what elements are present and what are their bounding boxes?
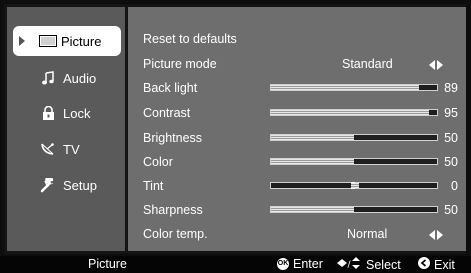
left-right-arrows-icon[interactable] xyxy=(428,229,444,240)
tv-menu-frame: Picture Audio Lock TV Setup Reset to def… xyxy=(4,4,466,254)
satellite-dish-icon xyxy=(39,141,57,157)
navigate-arrows-icon: / xyxy=(337,257,361,272)
brightness-item[interactable]: Brightness 50 xyxy=(128,126,466,150)
select-label: Select xyxy=(366,257,401,272)
enter-label: Enter xyxy=(293,257,323,271)
select-hint: / Select xyxy=(337,257,401,272)
footer-title: Picture xyxy=(88,257,127,271)
left-right-arrows-icon[interactable] xyxy=(428,59,444,70)
sharpness-item[interactable]: Sharpness 50 xyxy=(128,198,466,222)
ok-button-icon: OK xyxy=(277,258,289,270)
sidebar-item-label: Setup xyxy=(63,177,97,193)
svg-text:/: / xyxy=(348,260,352,269)
sidebar-item-setup[interactable]: Setup xyxy=(13,170,121,200)
exit-label: Exit xyxy=(434,257,455,272)
back-light-label: Back light xyxy=(143,81,198,95)
music-note-icon xyxy=(39,70,57,86)
wrench-icon xyxy=(39,177,57,193)
tint-item[interactable]: Tint 0 xyxy=(128,174,466,198)
sharpness-label: Sharpness xyxy=(143,203,203,217)
color-value: 50 xyxy=(444,155,458,169)
color-temp-item[interactable]: Color temp. Normal xyxy=(128,222,466,246)
back-light-slider[interactable] xyxy=(270,84,438,91)
contrast-item[interactable]: Contrast 95 xyxy=(128,101,466,125)
sharpness-value: 50 xyxy=(444,203,458,217)
color-temp-label: Color temp. xyxy=(143,227,208,241)
picture-mode-label: Picture mode xyxy=(143,57,217,71)
contrast-label: Contrast xyxy=(143,106,191,120)
tint-label: Tint xyxy=(143,179,164,193)
color-label: Color xyxy=(143,155,173,169)
sidebar-item-label: Picture xyxy=(61,33,102,49)
back-light-value: 89 xyxy=(444,81,458,95)
sidebar-item-label: TV xyxy=(63,141,80,157)
sharpness-slider[interactable] xyxy=(270,206,438,213)
picture-mode-item[interactable]: Picture mode Standard xyxy=(128,52,466,76)
reset-label: Reset to defaults xyxy=(143,32,237,46)
sidebar-item-lock[interactable]: Lock xyxy=(13,98,121,128)
brightness-slider[interactable] xyxy=(270,134,438,141)
exit-hint: Exit xyxy=(418,257,455,272)
lock-icon xyxy=(39,105,57,121)
exit-button-icon xyxy=(418,257,430,272)
picture-settings-panel: Reset to defaults Picture mode Standard … xyxy=(128,7,466,251)
brightness-label: Brightness xyxy=(143,131,203,145)
color-item[interactable]: Color 50 xyxy=(128,150,466,174)
sidebar-item-label: Audio xyxy=(63,70,97,86)
brightness-value: 50 xyxy=(444,131,458,145)
tint-value: 0 xyxy=(451,179,458,193)
sidebar-item-audio[interactable]: Audio xyxy=(13,63,121,93)
sidebar-item-label: Lock xyxy=(63,105,91,121)
contrast-value: 95 xyxy=(444,106,458,120)
enter-hint: OK Enter xyxy=(277,257,323,271)
footer-bar: Picture OK Enter / Select Exit xyxy=(0,256,471,273)
category-sidebar: Picture Audio Lock TV Setup xyxy=(7,7,125,251)
sidebar-item-picture[interactable]: Picture xyxy=(13,26,121,56)
color-slider[interactable] xyxy=(270,158,438,165)
picture-icon xyxy=(39,33,57,49)
picture-mode-value: Standard xyxy=(342,57,393,71)
contrast-slider[interactable] xyxy=(270,109,438,116)
sidebar-item-tv[interactable]: TV xyxy=(13,134,121,164)
back-light-item[interactable]: Back light 89 xyxy=(128,76,466,100)
color-temp-value: Normal xyxy=(347,227,388,241)
selected-arrow-icon xyxy=(19,36,25,46)
reset-to-defaults-item[interactable]: Reset to defaults xyxy=(128,27,466,51)
tint-slider[interactable] xyxy=(270,182,438,189)
